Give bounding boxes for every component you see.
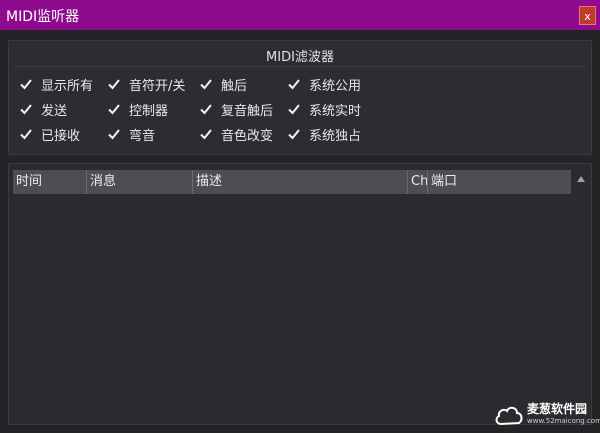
filter-checkbox-show-all[interactable]: 显示所有: [19, 74, 93, 94]
watermark: 麦葱软件园 www.52maicong.com: [494, 400, 600, 430]
filter-checkbox-poly-aftertouch[interactable]: 复音触后: [199, 99, 273, 119]
check-icon: [199, 127, 213, 141]
title-bar: MIDI监听器 x: [0, 0, 600, 30]
filter-label: 音色改变: [221, 128, 274, 144]
check-icon: [19, 127, 33, 141]
filter-checkbox-system-realtime[interactable]: 系统实时: [287, 99, 361, 119]
window-title: MIDI监听器: [6, 9, 80, 25]
column-header-description[interactable]: 描述: [193, 170, 408, 194]
filter-checkbox-note-on-off[interactable]: 音符开/关: [107, 74, 185, 94]
cloud-logo-icon: [495, 406, 523, 426]
filter-checkbox-system-common[interactable]: 系统公用: [287, 74, 361, 94]
filter-checkbox-pitch-bend[interactable]: 弯音: [107, 124, 155, 144]
filter-checkbox-system-exclusive[interactable]: 系统独占: [287, 124, 361, 144]
filter-panel-title: MIDI滤波器: [266, 50, 334, 65]
filter-label: 已接收: [41, 128, 81, 144]
filter-label: 发送: [41, 103, 68, 119]
filter-checkbox-program-change[interactable]: 音色改变: [199, 124, 273, 144]
check-icon: [199, 102, 213, 116]
column-header-port[interactable]: 端口: [428, 170, 571, 194]
check-icon: [107, 77, 121, 91]
check-icon: [199, 77, 213, 91]
filter-checkbox-send[interactable]: 发送: [19, 99, 67, 119]
filter-divider: [15, 66, 585, 67]
column-header-message[interactable]: 消息: [87, 170, 193, 194]
check-icon: [287, 102, 301, 116]
column-header-channel[interactable]: Ch: [408, 170, 428, 194]
filter-label: 系统独占: [309, 128, 362, 144]
check-icon: [287, 127, 301, 141]
close-button[interactable]: x: [579, 6, 596, 25]
filter-checkbox-aftertouch[interactable]: 触后: [199, 74, 247, 94]
check-icon: [107, 102, 121, 116]
watermark-url: www.52maicong.com: [527, 417, 600, 425]
midi-message-table: 时间 消息 描述 Ch 端口: [8, 163, 592, 425]
filter-checkbox-controller[interactable]: 控制器: [107, 99, 168, 119]
filter-label: 显示所有: [41, 78, 94, 94]
check-icon: [19, 77, 33, 91]
filter-label: 复音触后: [221, 103, 274, 119]
filter-label: 触后: [221, 78, 248, 94]
table-header: 时间 消息 描述 Ch 端口: [13, 170, 571, 194]
column-header-time[interactable]: 时间: [13, 170, 87, 194]
filter-checkbox-received[interactable]: 已接收: [19, 124, 80, 144]
filter-label: 系统实时: [309, 103, 362, 119]
filter-label: 弯音: [129, 128, 156, 144]
check-icon: [287, 77, 301, 91]
midi-filter-panel: MIDI滤波器 显示所有 音符开/关 触后 系统公用 发送 控制器 复音触后 系…: [8, 40, 592, 155]
filter-label: 控制器: [129, 103, 169, 119]
filter-label: 系统公用: [309, 78, 362, 94]
filter-label: 音符开/关: [129, 78, 186, 94]
check-icon: [107, 127, 121, 141]
watermark-brand: 麦葱软件园: [527, 402, 588, 416]
scroll-up-icon[interactable]: [576, 173, 586, 183]
check-icon: [19, 102, 33, 116]
